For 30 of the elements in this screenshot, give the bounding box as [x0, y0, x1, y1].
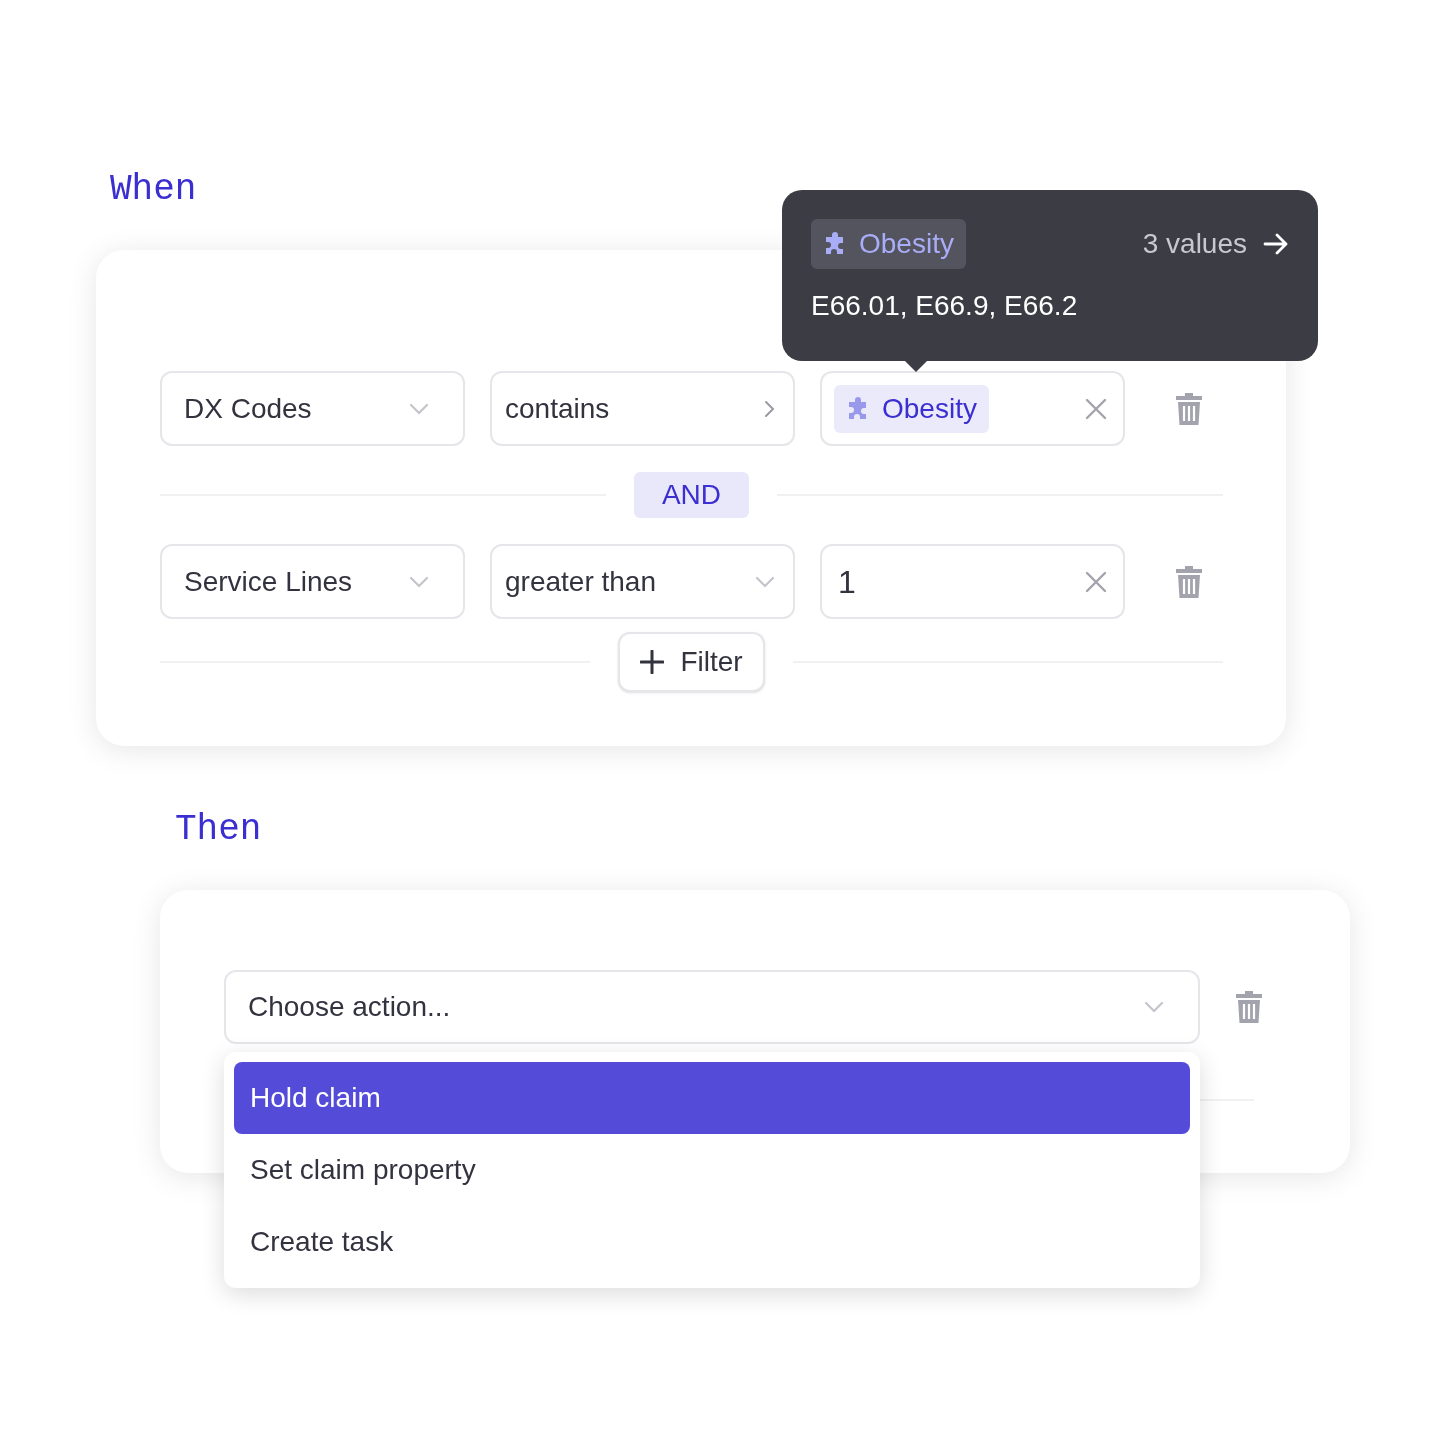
operator-select[interactable]: contains — [490, 371, 795, 446]
chevron-down-icon — [409, 575, 429, 588]
section-heading: Then — [175, 808, 262, 852]
menu-item[interactable]: Hold claim — [234, 1062, 1190, 1134]
trash-icon[interactable] — [1174, 390, 1204, 427]
operator-select[interactable]: greater than — [490, 544, 795, 619]
trash-icon[interactable] — [1234, 989, 1264, 1025]
tooltip-tag: Obesity — [811, 219, 966, 269]
chevron-down-icon — [1144, 1001, 1164, 1013]
field-select[interactable]: Service Lines — [160, 544, 465, 619]
chevron-right-icon — [763, 398, 775, 419]
add-filter-button[interactable]: Filter — [618, 632, 765, 692]
value-tag: Obesity — [834, 384, 989, 433]
chevron-down-icon — [409, 402, 429, 415]
and-label: AND — [633, 472, 750, 518]
menu-item[interactable]: Create task — [234, 1206, 1190, 1278]
value-field[interactable]: 1 — [820, 544, 1125, 619]
values-link[interactable]: 3 values — [1142, 223, 1289, 265]
plus-icon — [640, 650, 665, 674]
chevron-down-icon — [755, 575, 775, 588]
field-select[interactable]: DX Codes — [160, 371, 465, 446]
trash-icon[interactable] — [1174, 563, 1204, 600]
menu-item[interactable]: Set claim property — [234, 1134, 1190, 1206]
close-icon[interactable] — [1085, 570, 1107, 593]
section-heading: When — [110, 168, 197, 212]
value-field[interactable]: Obesity — [820, 371, 1125, 446]
action-select[interactable]: Choose action... — [224, 970, 1200, 1044]
arrow-right-icon — [1263, 233, 1289, 255]
tooltip-values: E66.01, E66.9, E66.2 — [811, 289, 1079, 323]
close-icon[interactable] — [1085, 397, 1107, 420]
